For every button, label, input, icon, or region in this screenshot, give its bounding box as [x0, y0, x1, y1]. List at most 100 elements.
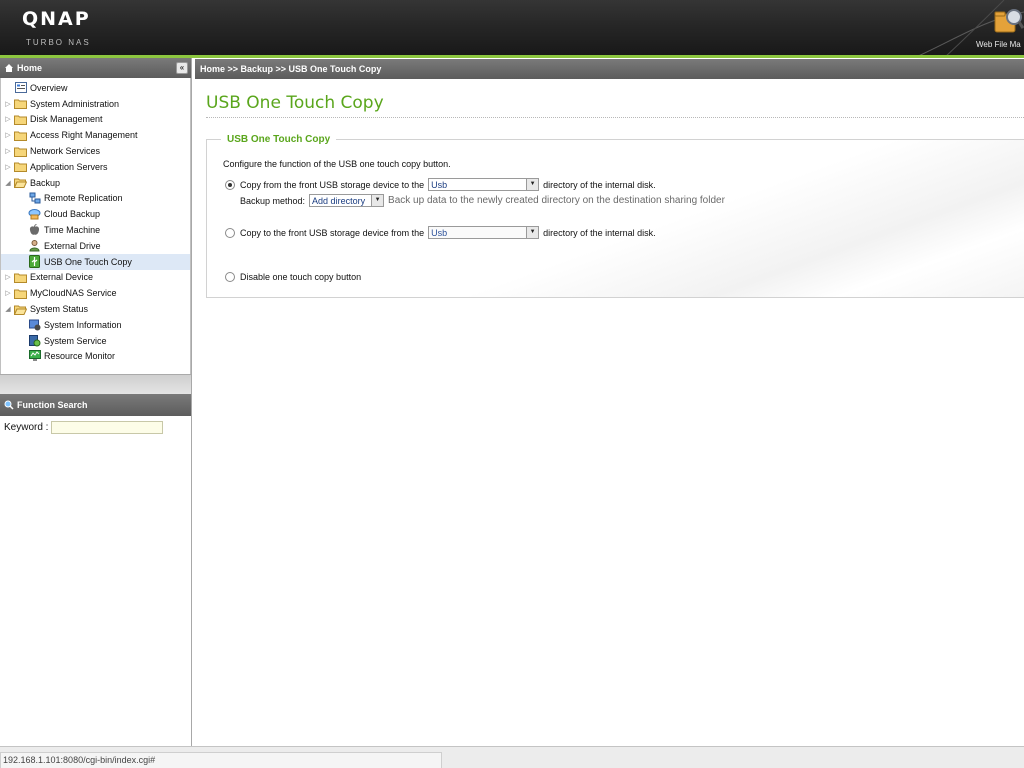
- breadcrumb: Home >> Backup >> USB One Touch Copy: [195, 59, 1024, 79]
- sidebar-item-label: Disk Management: [30, 114, 103, 125]
- usb-icon: [28, 255, 41, 269]
- sidebar-item-label: Cloud Backup: [44, 209, 101, 220]
- sidebar-item-label: Application Servers: [30, 161, 108, 172]
- sidebar-item-access-right-management[interactable]: ▷ Access Right Management: [1, 127, 190, 143]
- home-panel-header: Home «: [0, 58, 191, 78]
- collapse-sidebar-button[interactable]: «: [176, 62, 188, 74]
- expand-right-icon[interactable]: ▷: [4, 100, 12, 108]
- status-url: 192.168.1.101:8080/cgi-bin/index.cgi#: [0, 752, 442, 768]
- expand-right-icon[interactable]: ▷: [4, 131, 12, 139]
- resource-monitor-icon: [28, 350, 41, 362]
- sidebar-item-cloud-backup[interactable]: Cloud Backup: [1, 206, 190, 222]
- external-drive-icon: [28, 239, 41, 252]
- backup-method-select[interactable]: Add directory ▼: [309, 194, 385, 207]
- copy-from-radio[interactable]: [225, 179, 235, 190]
- sidebar-item-system-administration[interactable]: ▷ System Administration: [1, 96, 190, 112]
- copy-to-suffix: directory of the internal disk.: [543, 227, 656, 238]
- expand-right-icon[interactable]: ▷: [4, 273, 12, 281]
- sidebar-item-backup[interactable]: ◢ Backup: [1, 175, 190, 191]
- sidebar-item-label: Backup: [30, 177, 61, 188]
- sidebar-item-label: External Device: [30, 272, 94, 283]
- sidebar-item-label: Network Services: [30, 146, 101, 157]
- chevron-down-icon: ▼: [526, 179, 539, 190]
- copy-from-directory-value: Usb: [431, 179, 448, 190]
- copy-from-label: Copy from the front USB storage device t…: [240, 179, 425, 190]
- apple-icon: [28, 224, 41, 236]
- sidebar-item-label: System Information: [44, 319, 122, 330]
- keyword-label: Keyword :: [4, 421, 49, 433]
- function-search-title: Function Search: [17, 400, 88, 410]
- search-icon: [4, 400, 14, 410]
- web-file-manager-icon[interactable]: [994, 6, 1024, 36]
- sidebar-item-usb-one-touch-copy[interactable]: USB One Touch Copy: [1, 253, 190, 270]
- sidebar-item-mycloudnas-service[interactable]: ▷ MyCloudNAS Service: [1, 285, 190, 301]
- usb-copy-settings-section: USB One Touch Copy Configure the functio…: [206, 134, 1024, 298]
- copy-from-option: Copy from the front USB storage device t…: [225, 178, 656, 191]
- function-search-body: Keyword :: [0, 416, 191, 438]
- folder-icon: [14, 287, 27, 299]
- sidebar-item-resource-monitor[interactable]: Resource Monitor: [1, 349, 190, 365]
- expand-right-icon[interactable]: ▷: [4, 163, 12, 171]
- main-content: USB One Touch Copy USB One Touch Copy Co…: [195, 79, 1024, 746]
- copy-to-directory-select[interactable]: Usb ▼: [428, 226, 540, 239]
- chevron-down-icon: ▼: [526, 227, 539, 238]
- copy-to-option: Copy to the front USB storage device fro…: [225, 226, 656, 239]
- web-file-manager-link[interactable]: Web File Ma: [976, 40, 1021, 49]
- panel-separator: [0, 374, 191, 394]
- expand-right-icon[interactable]: ▷: [4, 289, 12, 297]
- keyword-input[interactable]: [51, 420, 164, 434]
- backup-method-hint: Back up data to the newly created direct…: [388, 195, 725, 206]
- system-service-icon: [28, 334, 41, 347]
- folder-icon: [14, 113, 27, 125]
- section-description: Configure the function of the USB one to…: [223, 159, 451, 169]
- sidebar-item-external-drive[interactable]: External Drive: [1, 238, 190, 254]
- section-title: USB One Touch Copy: [221, 134, 337, 145]
- cloud-backup-icon: [28, 208, 41, 220]
- backup-method-label: Backup method:: [240, 195, 306, 206]
- sidebar-item-system-service[interactable]: System Service: [1, 333, 190, 349]
- sidebar-item-label: Time Machine: [44, 225, 101, 236]
- folder-open-icon: [14, 177, 27, 189]
- function-search-header: Function Search: [0, 394, 191, 416]
- expand-right-icon[interactable]: ▷: [4, 115, 12, 123]
- disable-label: Disable one touch copy button: [240, 272, 362, 282]
- sidebar-item-label: System Administration: [30, 98, 120, 109]
- sidebar-item-system-information[interactable]: System Information: [1, 317, 190, 333]
- title-divider: [206, 117, 1024, 118]
- sidebar-item-label: Resource Monitor: [44, 351, 116, 362]
- folder-icon: [14, 161, 27, 173]
- sidebar-item-label: Remote Replication: [44, 193, 123, 204]
- system-information-icon: [28, 319, 41, 331]
- copy-to-directory-value: Usb: [431, 227, 448, 238]
- copy-from-directory-select[interactable]: Usb ▼: [428, 178, 540, 191]
- chevron-down-icon: ▼: [371, 195, 384, 206]
- sidebar-item-remote-replication[interactable]: Remote Replication: [1, 191, 190, 207]
- remote-replication-icon: [28, 192, 41, 204]
- copy-to-radio[interactable]: [225, 227, 235, 238]
- sidebar-item-external-device[interactable]: ▷ External Device: [1, 270, 190, 286]
- sidebar-item-time-machine[interactable]: Time Machine: [1, 222, 190, 238]
- sidebar-item-disk-management[interactable]: ▷ Disk Management: [1, 112, 190, 128]
- backup-method-row: Backup method: Add directory ▼ Back up d…: [240, 194, 725, 207]
- browser-status-bar: 192.168.1.101:8080/cgi-bin/index.cgi#: [0, 746, 1024, 768]
- expand-right-icon[interactable]: ▷: [4, 147, 12, 155]
- sidebar-item-system-status[interactable]: ◢ System Status: [1, 301, 190, 317]
- sidebar-item-network-services[interactable]: ▷ Network Services: [1, 143, 190, 159]
- folder-icon: [14, 271, 27, 283]
- expand-down-icon[interactable]: ◢: [4, 179, 12, 187]
- sidebar-item-label: MyCloudNAS Service: [30, 288, 117, 299]
- sidebar-item-application-servers[interactable]: ▷ Application Servers: [1, 159, 190, 175]
- disable-option: Disable one touch copy button: [225, 272, 361, 282]
- sidebar-item-label: Access Right Management: [30, 130, 138, 141]
- sidebar-item-label: System Status: [30, 304, 89, 315]
- disable-radio[interactable]: [225, 272, 235, 282]
- app-header: QNAP TURBO NAS Web File Ma: [0, 0, 1024, 58]
- overview-icon: [14, 82, 27, 94]
- copy-to-label: Copy to the front USB storage device fro…: [240, 227, 425, 238]
- home-icon: [4, 63, 14, 73]
- expand-down-icon[interactable]: ◢: [4, 305, 12, 313]
- sidebar-item-overview[interactable]: Overview: [1, 80, 190, 96]
- sidebar-item-label: Overview: [30, 82, 68, 93]
- page-title: USB One Touch Copy: [206, 93, 384, 113]
- folder-icon: [14, 145, 27, 157]
